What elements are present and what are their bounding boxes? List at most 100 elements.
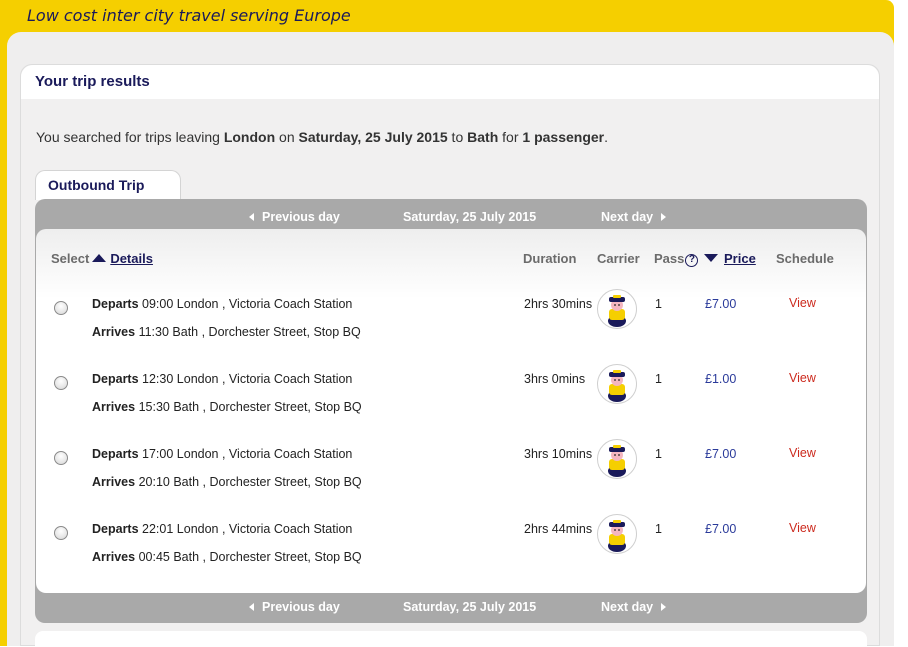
arrives-label: Arrives — [92, 550, 136, 564]
current-date-label: Saturday, 25 July 2015 — [403, 600, 537, 614]
departure-time: 09:00 — [142, 297, 174, 311]
search-summary: You searched for trips leaving London on… — [36, 129, 608, 145]
sort-descending-icon[interactable] — [704, 254, 718, 262]
chevron-left-icon — [249, 213, 254, 221]
coach-mascot-icon — [597, 439, 637, 479]
day-navigation-bottom: Previous day Saturday, 25 July 2015 Next… — [35, 593, 867, 623]
departure-info: Departs 12:30 London , Victoria Coach St… — [92, 372, 352, 386]
results-header: Your trip results — [21, 65, 879, 99]
previous-day-link[interactable]: Previous day — [249, 210, 340, 224]
summary-prefix: You searched for trips leaving — [36, 129, 224, 145]
trip-select-radio[interactable] — [54, 451, 68, 465]
arrival-time: 20:10 — [138, 475, 170, 489]
arrival-info: Arrives 00:45 Bath , Dorchester Street, … — [92, 550, 362, 564]
trip-price: £7.00 — [705, 522, 737, 536]
summary-passengers: 1 passenger — [522, 129, 605, 145]
next-day-link[interactable]: Next day — [601, 600, 667, 614]
arrival-time: 00:45 — [138, 550, 170, 564]
arrival-info: Arrives 20:10 Bath , Dorchester Street, … — [92, 475, 362, 489]
sort-ascending-icon[interactable] — [92, 254, 107, 262]
trip-select-radio[interactable] — [54, 526, 68, 540]
table-row: Departs 12:30 London , Victoria Coach St… — [36, 364, 866, 443]
trip-price: £7.00 — [705, 447, 737, 461]
trips-table: Select Details Duration Carrier Pass? Pri… — [36, 229, 866, 593]
departure-info: Departs 22:01 London , Victoria Coach St… — [92, 522, 352, 536]
departure-time: 12:30 — [142, 372, 174, 386]
arrival-time: 11:30 — [138, 325, 169, 339]
coach-mascot-icon — [597, 514, 637, 554]
summary-date: Saturday, 25 July 2015 — [298, 129, 448, 145]
details-sort-link[interactable]: Details — [110, 251, 153, 266]
view-schedule-link[interactable]: View — [789, 446, 816, 460]
results-title: Your trip results — [35, 73, 150, 90]
results-footer — [35, 631, 867, 647]
arrival-time: 15:30 — [138, 400, 170, 414]
previous-day-link[interactable]: Previous day — [249, 600, 340, 614]
chevron-left-icon — [249, 603, 254, 611]
trip-duration: 3hrs 10mins — [524, 447, 593, 461]
trip-results-panel: Your trip results You searched for trips… — [20, 64, 880, 647]
summary-for: for — [498, 129, 523, 145]
next-day-link[interactable]: Next day — [601, 210, 667, 224]
arrival-place: Bath , Dorchester Street, Stop BQ — [173, 475, 362, 489]
outbound-trip-panel: Previous day Saturday, 25 July 2015 Next… — [35, 199, 867, 623]
table-row: Departs 22:01 London , Victoria Coach St… — [36, 514, 866, 593]
coach-mascot-icon — [597, 289, 637, 329]
passenger-count: 1 — [655, 522, 662, 536]
departs-label: Departs — [92, 372, 139, 386]
table-row: Departs 09:00 London , Victoria Coach St… — [36, 289, 866, 368]
arrives-label: Arrives — [92, 325, 136, 339]
help-icon[interactable]: ? — [685, 254, 699, 267]
departure-info: Departs 09:00 London , Victoria Coach St… — [92, 297, 352, 311]
departure-time: 22:01 — [142, 522, 174, 536]
passenger-count: 1 — [655, 372, 662, 386]
column-header-duration: Duration — [523, 251, 577, 266]
next-day-label: Next day — [601, 600, 654, 614]
chevron-right-icon — [661, 603, 667, 611]
view-schedule-link[interactable]: View — [789, 521, 816, 535]
arrival-info: Arrives 15:30 Bath , Dorchester Street, … — [92, 400, 362, 414]
arrives-label: Arrives — [92, 400, 136, 414]
passenger-count: 1 — [655, 297, 662, 311]
arrival-place: Bath , Dorchester Street, Stop BQ — [173, 400, 362, 414]
departs-label: Departs — [92, 522, 139, 536]
arrival-place: Bath , Dorchester Street, Stop BQ — [172, 325, 361, 339]
passenger-count: 1 — [655, 447, 662, 461]
trip-select-radio[interactable] — [54, 376, 68, 390]
departs-label: Departs — [92, 447, 139, 461]
trip-price: £1.00 — [705, 372, 737, 386]
chevron-right-icon — [661, 213, 667, 221]
tab-outbound-trip[interactable]: Outbound Trip — [35, 170, 181, 200]
departure-place: London , Victoria Coach Station — [176, 447, 353, 461]
arrival-place: Bath , Dorchester Street, Stop BQ — [173, 550, 362, 564]
departure-time: 17:00 — [142, 447, 174, 461]
departure-place: London , Victoria Coach Station — [176, 297, 353, 311]
coach-mascot-icon — [597, 364, 637, 404]
summary-on: on — [275, 129, 299, 145]
departure-info: Departs 17:00 London , Victoria Coach St… — [92, 447, 352, 461]
summary-destination: Bath — [467, 129, 499, 145]
current-date-label: Saturday, 25 July 2015 — [403, 210, 537, 224]
previous-day-label: Previous day — [262, 600, 340, 614]
trip-select-radio[interactable] — [54, 301, 68, 315]
column-header-select: Select Details — [51, 251, 153, 266]
departure-place: London , Victoria Coach Station — [176, 372, 353, 386]
next-day-label: Next day — [601, 210, 654, 224]
price-sort-link[interactable]: Price — [724, 251, 756, 266]
pass-header-label: Pass — [654, 251, 685, 266]
previous-day-label: Previous day — [262, 210, 340, 224]
view-schedule-link[interactable]: View — [789, 296, 816, 310]
arrival-info: Arrives 11:30 Bath , Dorchester Street, … — [92, 325, 361, 339]
column-header-carrier: Carrier — [597, 251, 640, 266]
summary-origin: London — [223, 129, 276, 145]
departure-place: London , Victoria Coach Station — [176, 522, 353, 536]
trip-duration: 2hrs 44mins — [524, 522, 593, 536]
column-header-pass: Pass? — [654, 251, 699, 267]
trip-duration: 3hrs 0mins — [524, 372, 586, 386]
column-header-schedule: Schedule — [776, 251, 834, 266]
view-schedule-link[interactable]: View — [789, 371, 816, 385]
select-header-label: Select — [51, 251, 90, 266]
trip-duration: 2hrs 30mins — [524, 297, 593, 311]
column-header-price: Price — [704, 251, 756, 266]
trip-price: £7.00 — [705, 297, 737, 311]
